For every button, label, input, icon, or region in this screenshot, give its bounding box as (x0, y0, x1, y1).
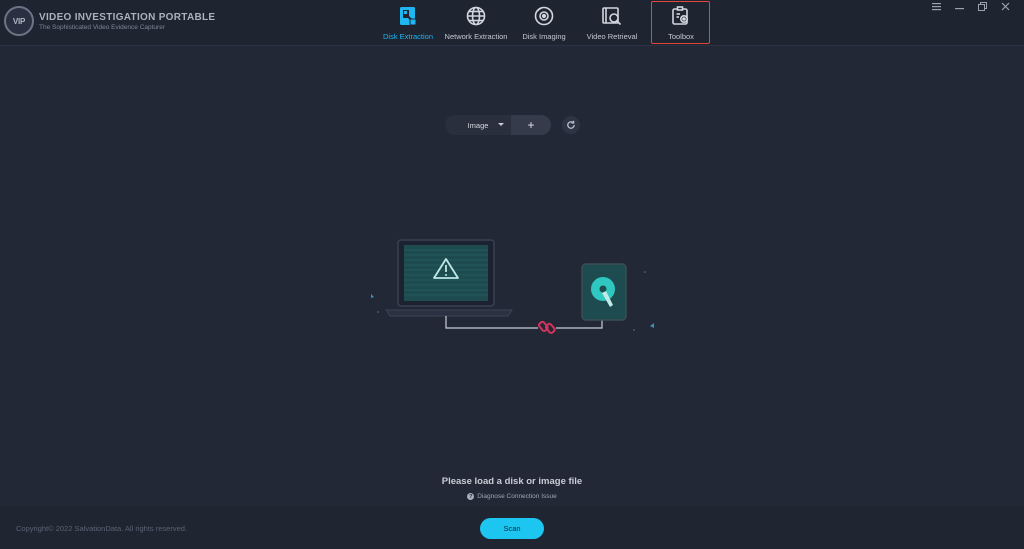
question-icon: ? (467, 493, 475, 500)
footer-bar: Copyright© 2022 SalvationData. All right… (0, 507, 1024, 549)
diagnose-label: Diagnose Connection Issue (477, 493, 557, 500)
source-type-value: Image (467, 120, 489, 130)
nav-label: Network Extraction (444, 32, 508, 41)
restore-icon[interactable] (977, 2, 987, 12)
menu-icon[interactable] (931, 2, 941, 12)
window-controls (931, 2, 1010, 12)
copyright-text: Copyright© 2022 SalvationData. All right… (16, 524, 188, 533)
title-bar: VIP VIDEO INVESTIGATION PORTABLE The Sop… (0, 0, 1024, 46)
main-nav: Disk Extraction Network Extraction Disk … (0, 0, 1024, 46)
source-type-dropdown[interactable]: Image (445, 115, 511, 135)
refresh-icon (567, 120, 575, 129)
nav-video-retrieval[interactable]: Video Retrieval (584, 0, 640, 44)
video-search-icon (600, 4, 624, 28)
diagnose-link[interactable]: ? Diagnose Connection Issue (0, 493, 1024, 500)
load-message: Please load a disk or image file (441, 476, 583, 487)
nav-disk-extraction[interactable]: Disk Extraction (381, 0, 435, 44)
disk-imaging-icon (532, 4, 556, 28)
nav-label: Disk Imaging (522, 32, 566, 41)
nav-disk-imaging[interactable]: Disk Imaging (518, 0, 570, 44)
disconnected-illustration (371, 239, 654, 334)
add-source-button[interactable]: + (511, 115, 551, 135)
toolbox-highlight-box (651, 1, 710, 44)
network-globe-icon (464, 4, 488, 28)
nav-network-extraction[interactable]: Network Extraction (442, 0, 510, 44)
source-selector: Image + (445, 115, 551, 135)
disk-extraction-icon (396, 4, 420, 28)
minimize-icon[interactable] (954, 2, 964, 12)
broken-link-icon (537, 320, 556, 334)
nav-label: Video Retrieval (586, 32, 638, 41)
close-icon[interactable] (1000, 2, 1010, 12)
chevron-down-icon (498, 123, 504, 126)
scan-button[interactable]: Scan (480, 518, 544, 539)
nav-label: Disk Extraction (382, 32, 433, 41)
refresh-button[interactable] (562, 116, 580, 134)
